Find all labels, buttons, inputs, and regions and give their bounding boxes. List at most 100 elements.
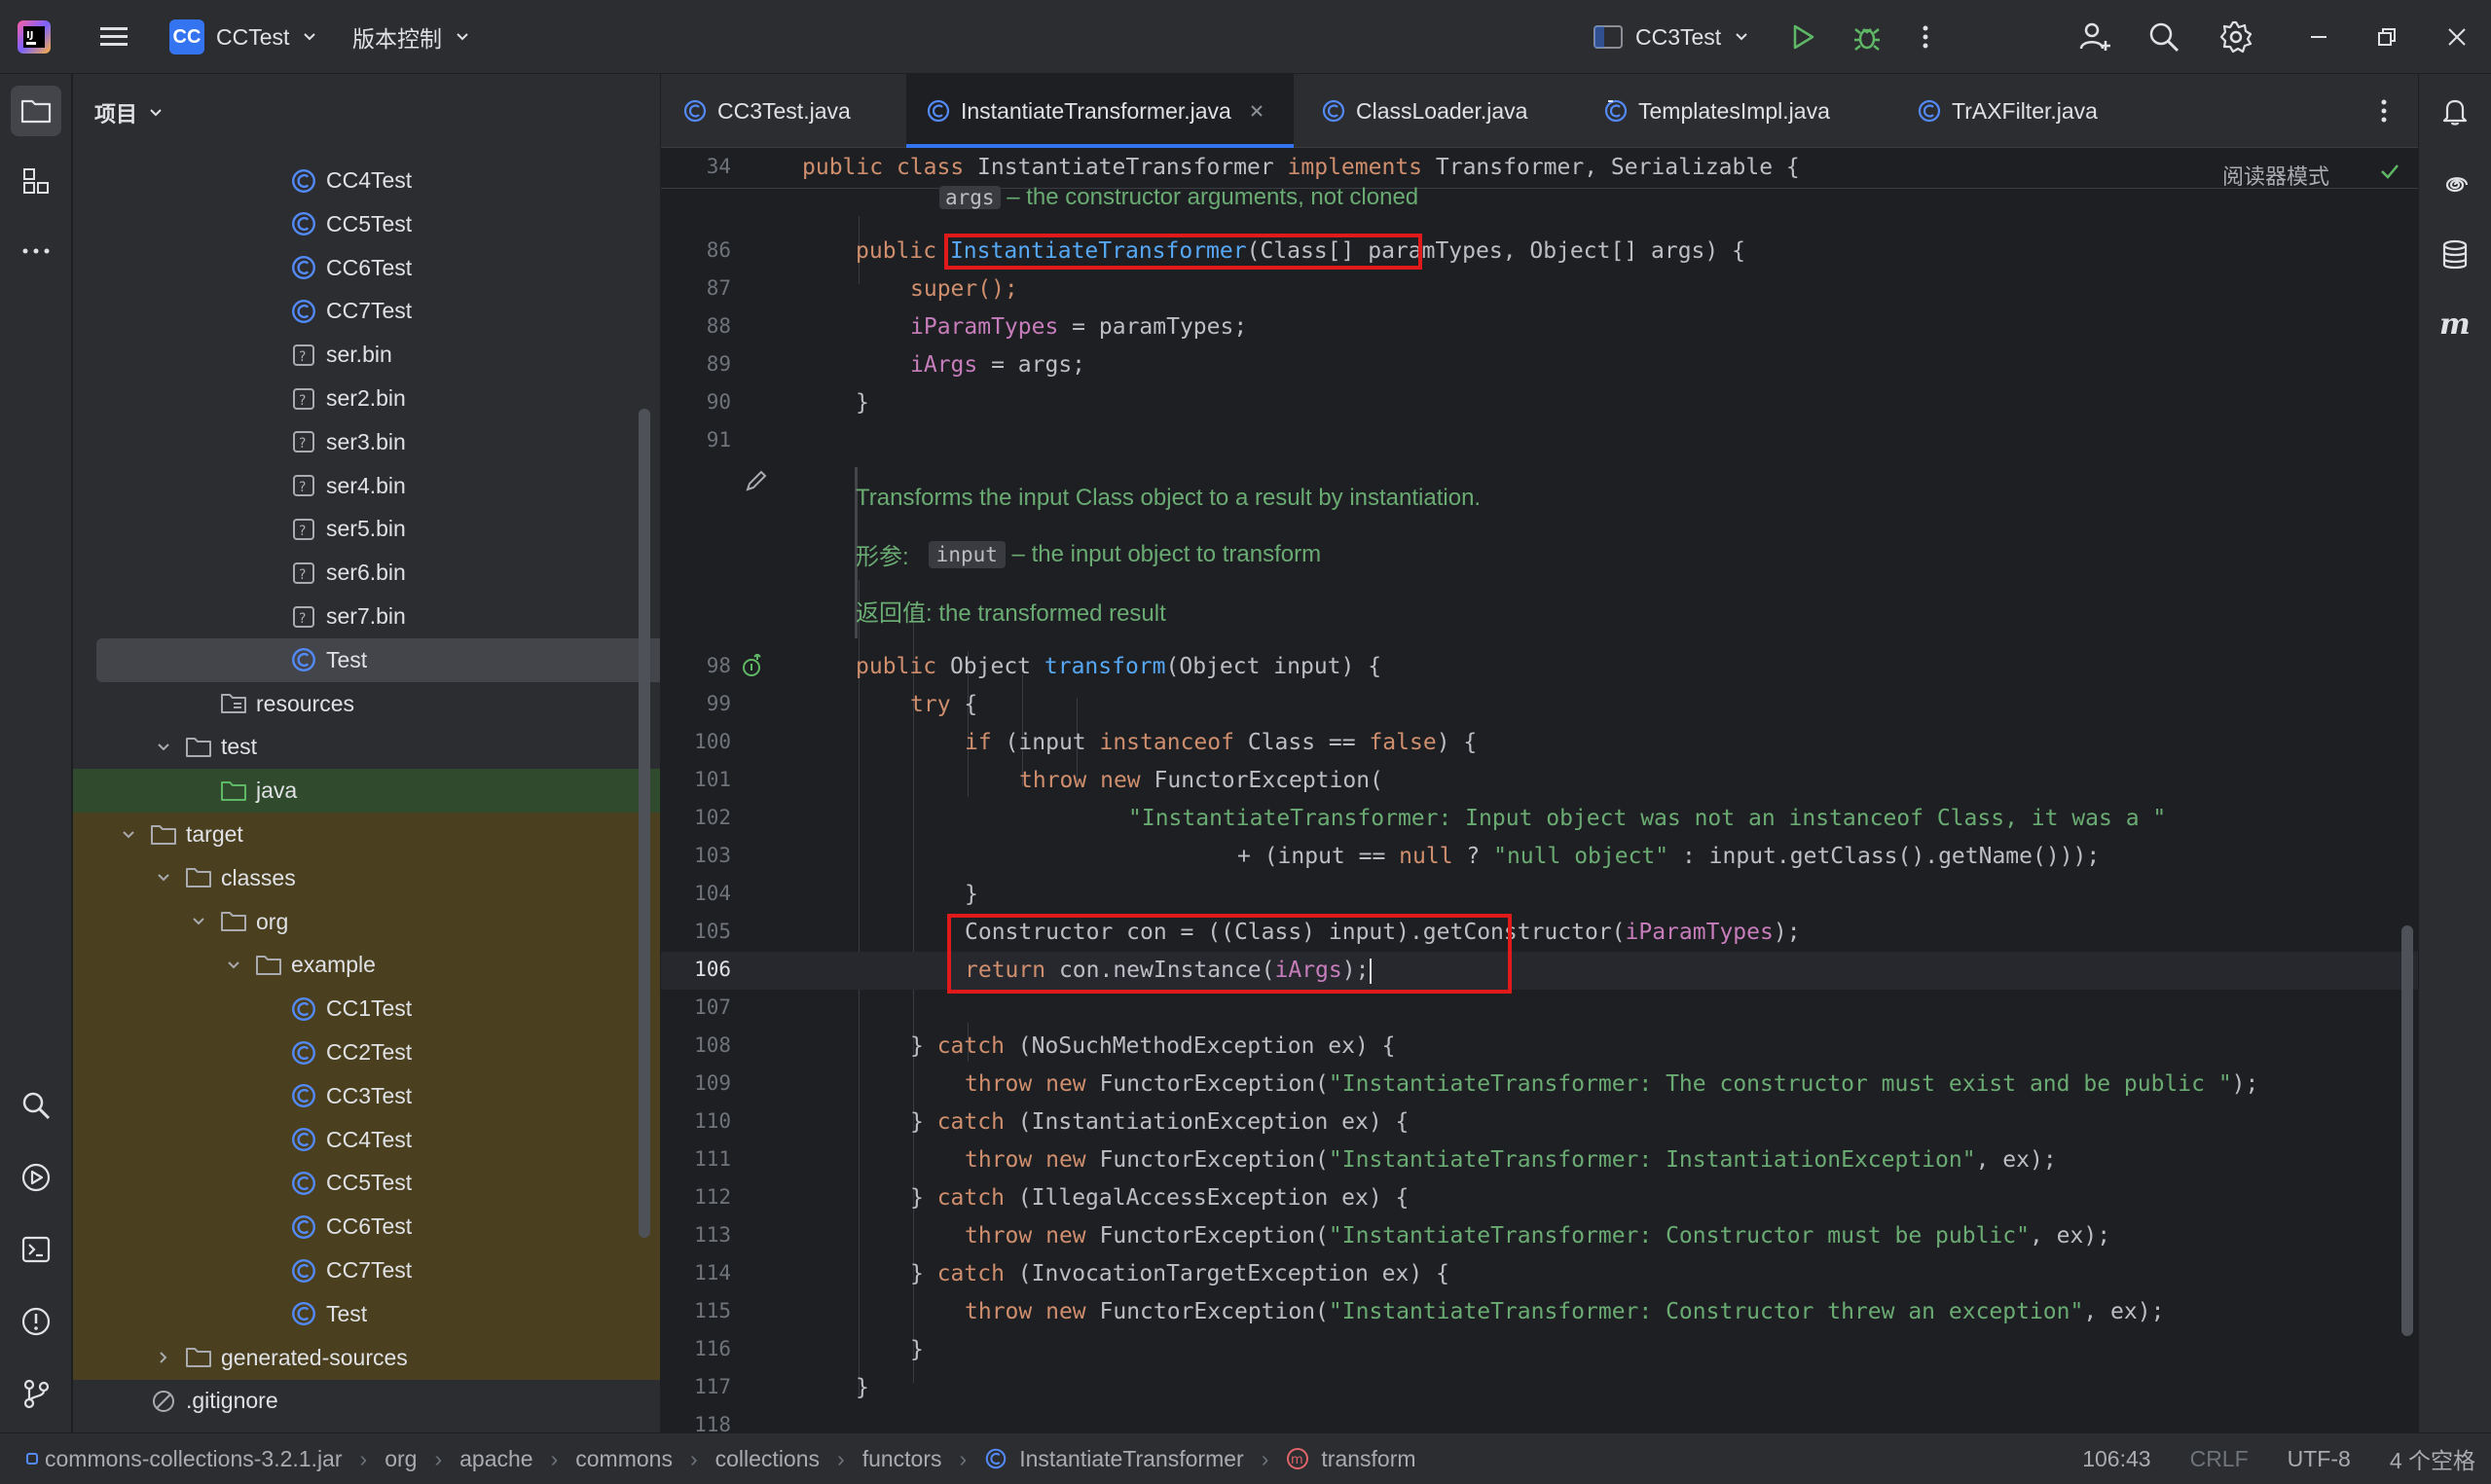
problems-icon[interactable] (11, 1296, 61, 1347)
project-switcher[interactable]: CC CCTest (169, 0, 318, 74)
main-menu-icon[interactable] (97, 0, 130, 74)
code-line-111[interactable]: 111 throw new FunctorException("Instanti… (661, 1141, 2418, 1179)
code-line-117[interactable]: 117 } (661, 1369, 2418, 1407)
chevron-right-icon[interactable] (153, 1349, 174, 1366)
breadcrumb-item[interactable]: collections (715, 1446, 820, 1472)
tab-options-icon[interactable] (2378, 74, 2390, 148)
more-tools-icon[interactable] (11, 226, 61, 276)
code-line-87[interactable]: 87 super(); (661, 271, 2418, 308)
tree-item[interactable]: .gitignore (73, 1379, 660, 1423)
tree-item[interactable]: CC4Test (73, 1117, 660, 1162)
code-line-108[interactable]: 108 } catch (NoSuchMethodException ex) { (661, 1028, 2418, 1066)
find-search-icon[interactable] (11, 1080, 61, 1131)
tree-item[interactable]: ? ser6.bin (73, 551, 660, 595)
caret-position[interactable]: 106:43 (2082, 1446, 2150, 1472)
database-icon[interactable] (2430, 230, 2480, 280)
code-line-106[interactable]: 106 return con.newInstance(iArgs); (661, 952, 2418, 990)
breadcrumb-item[interactable]: transform (1321, 1446, 1415, 1472)
code-line-91[interactable]: 91 (661, 422, 2418, 460)
tree-item[interactable]: CC6Test (73, 1205, 660, 1249)
tree-item[interactable]: test (73, 725, 660, 769)
tree-item[interactable]: ? ser7.bin (73, 595, 660, 638)
code-line-116[interactable]: 116 } (661, 1331, 2418, 1369)
add-user-icon[interactable] (2077, 0, 2112, 74)
app-logo-icon[interactable]: IJ (18, 0, 51, 74)
tree-item[interactable]: ? ser.bin (73, 333, 660, 377)
git-branch-icon[interactable] (11, 1368, 61, 1419)
debug-button[interactable] (1851, 0, 1883, 74)
chevron-down-icon[interactable] (153, 739, 174, 756)
run-button[interactable] (1787, 0, 1818, 74)
maven-m-icon[interactable]: m (2430, 300, 2480, 350)
code-line-99[interactable]: 99 try { (661, 686, 2418, 724)
run-config-selector[interactable]: CC3Test (1593, 0, 1750, 74)
more-actions-icon[interactable] (1920, 0, 1931, 74)
settings-gear-icon[interactable] (2219, 0, 2253, 74)
vcs-menu[interactable]: 版本控制 (352, 0, 471, 74)
breadcrumb-item[interactable]: apache (459, 1446, 532, 1472)
chevron-down-icon[interactable] (153, 869, 174, 887)
sticky-class-header[interactable]: 34 public class InstantiateTransformer i… (661, 149, 2418, 189)
code-line-109[interactable]: 109 throw new FunctorException("Instanti… (661, 1066, 2418, 1104)
chevron-down-icon[interactable] (188, 913, 209, 930)
breadcrumb-item[interactable]: InstantiateTransformer (1019, 1446, 1244, 1472)
tree-item[interactable]: java (73, 769, 660, 814)
tab-traxfilter[interactable]: TrAXFilter.java (1917, 74, 2150, 148)
breadcrumb-item[interactable]: commons-collections-3.2.1.jar (45, 1446, 343, 1472)
chevron-down-icon[interactable] (118, 826, 139, 844)
code-line-103[interactable]: 103 + (input == null ? "null object" : i… (661, 838, 2418, 876)
ai-assistant-spiral-icon[interactable] (2430, 160, 2480, 210)
edit-doc-pencil-icon[interactable] (743, 467, 770, 499)
code-line-86[interactable]: 86 public InstantiateTransformer(Class[]… (661, 233, 2418, 271)
code-line-104[interactable]: 104 } (661, 876, 2418, 914)
code-line-110[interactable]: 110 } catch (InstantiationException ex) … (661, 1104, 2418, 1141)
tree-item[interactable]: CC1Test (73, 987, 660, 1032)
tree-item[interactable]: ? ser2.bin (73, 377, 660, 420)
tree-item[interactable]: org (73, 899, 660, 944)
project-scrollbar[interactable] (639, 409, 650, 1238)
tab-cc3test[interactable]: CC3Test.java (682, 74, 897, 148)
code-line-114[interactable]: 114 } catch (InvocationTargetException e… (661, 1255, 2418, 1293)
tree-item[interactable]: ? ser5.bin (73, 507, 660, 551)
tab-templatesimpl[interactable]: TemplatesImpl.java (1603, 74, 1856, 148)
search-icon[interactable] (2147, 0, 2180, 74)
code-line-113[interactable]: 113 throw new FunctorException("Instanti… (661, 1217, 2418, 1255)
tree-item[interactable]: generated-sources (73, 1335, 660, 1380)
tree-item[interactable]: resources (73, 682, 660, 726)
code-line-102[interactable]: 102 "InstantiateTransformer: Input objec… (661, 800, 2418, 838)
file-encoding[interactable]: UTF-8 (2288, 1446, 2351, 1472)
tab-instantiatetransformer[interactable]: InstantiateTransformer.java (906, 74, 1294, 148)
code-line-100[interactable]: 100 if (input instanceof Class == false)… (661, 724, 2418, 762)
tree-item[interactable]: example (73, 943, 660, 988)
terminal-icon[interactable] (11, 1224, 61, 1275)
breadcrumb-item[interactable]: commons (575, 1446, 673, 1472)
indent-setting[interactable]: 4 个空格 (2390, 1442, 2475, 1475)
minimize-icon[interactable] (2307, 0, 2330, 74)
editor-scrollbar[interactable] (2401, 925, 2413, 1336)
code-line-105[interactable]: 105 Constructor con = ((Class) input).ge… (661, 914, 2418, 952)
services-run-icon[interactable] (11, 1152, 61, 1203)
tree-item[interactable]: CC2Test (73, 1031, 660, 1074)
tree-item[interactable]: ? ser4.bin (73, 464, 660, 508)
code-line-107[interactable]: 107 (661, 990, 2418, 1028)
code-line-88[interactable]: 88 iParamTypes = paramTypes; (661, 308, 2418, 346)
tree-item[interactable]: CC6Test (73, 246, 660, 290)
tab-classloader[interactable]: ClassLoader.java (1321, 74, 1555, 148)
tree-item[interactable]: CC7Test (73, 1249, 660, 1292)
code-line-98[interactable]: 98 public Object transform(Object input)… (661, 648, 2418, 686)
restore-icon[interactable] (2375, 0, 2399, 74)
code-line-101[interactable]: 101 throw new FunctorException( (661, 762, 2418, 800)
tree-item[interactable]: CC3Test (73, 1073, 660, 1118)
structure-icon[interactable] (11, 156, 61, 206)
project-panel-header[interactable]: 项目 (94, 97, 165, 128)
tree-item[interactable]: target (73, 813, 660, 856)
inspection-ok-check-icon[interactable] (2378, 160, 2401, 188)
code-line-115[interactable]: 115 throw new FunctorException("Instanti… (661, 1293, 2418, 1331)
code-line-90[interactable]: 90 } (661, 384, 2418, 422)
code-line-89[interactable]: 89 iArgs = args; (661, 346, 2418, 384)
tree-item[interactable]: classes (73, 855, 660, 900)
tree-item[interactable]: ? ser3.bin (73, 420, 660, 464)
notifications-bell-icon[interactable] (2430, 86, 2480, 136)
tree-item[interactable]: CC4Test (73, 159, 660, 202)
code-line-118[interactable]: 118 (661, 1407, 2418, 1432)
